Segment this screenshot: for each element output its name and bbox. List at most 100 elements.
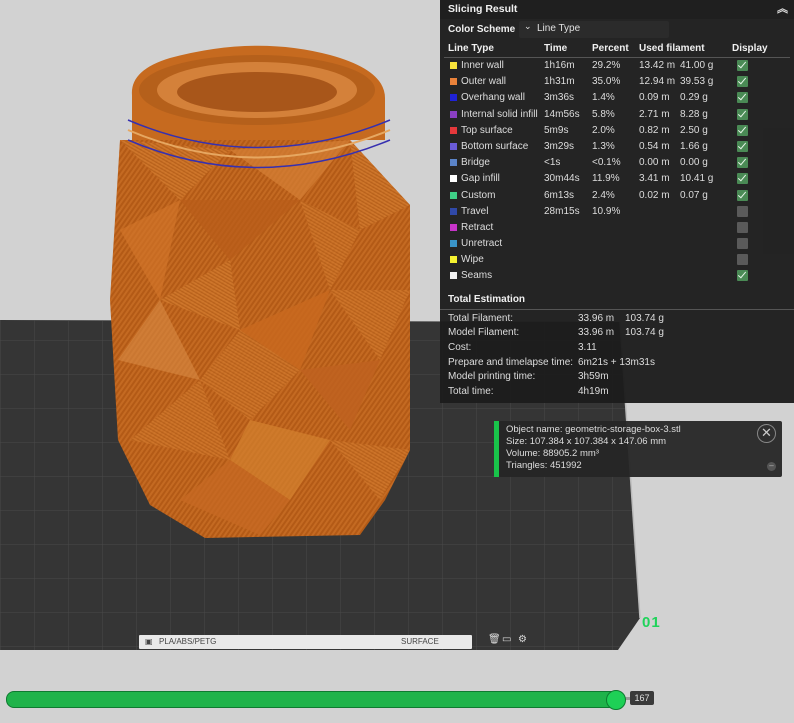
line-type-time: 1h16m (544, 60, 575, 71)
display-checkbox[interactable] (737, 124, 748, 136)
display-checkbox[interactable] (737, 140, 748, 152)
line-type-name: Seams (461, 270, 493, 282)
layer-slider-value: 167 (630, 691, 654, 705)
line-type-row: Wipe (440, 252, 794, 268)
total-estimation-title: Total Estimation (440, 291, 794, 310)
display-checkbox[interactable] (737, 270, 748, 282)
object-size: Size: 107.384 x 107.384 x 147.06 mm (506, 436, 667, 447)
display-checkbox[interactable] (737, 205, 748, 217)
line-type-name: Gap infill (461, 173, 500, 185)
line-type-grams: 0.00 g (680, 157, 708, 169)
chevron-down-icon: ⌄ (524, 21, 532, 31)
line-type-meters: 12.94 m (639, 76, 676, 88)
line-type-time: <1s (544, 157, 561, 169)
line-type-meters: 0.54 m (639, 140, 670, 152)
line-type-name: Bridge (461, 157, 490, 169)
plate-type-icon: ▣ (145, 637, 153, 646)
line-type-row: Custom 6m13s 2.4% 0.02 m 0.07 g (440, 188, 794, 204)
display-checkbox[interactable] (737, 189, 748, 201)
line-type-percent: 11.9% (592, 173, 620, 185)
total-value-1: 33.96 m (578, 327, 615, 339)
plate-number: 01 (642, 614, 661, 631)
total-estimation-list: Total Filament: 33.96 m 103.74 g Model Fila… (440, 310, 794, 400)
layer-slider-thumb[interactable] (605, 690, 626, 710)
line-type-name: Inner wall (461, 60, 504, 71)
color-scheme-label: Color Scheme (448, 24, 516, 35)
line-type-meters: 0.00 m (639, 157, 670, 169)
layer-slider-track[interactable] (6, 691, 620, 708)
line-type-row: Outer wall 1h31m 35.0% 12.94 m 39.53 g (440, 74, 794, 90)
line-type-percent: 29.2% (592, 60, 621, 71)
line-type-row: Seams (440, 268, 794, 284)
total-row: Model Filament: 33.96 m 103.74 g (440, 326, 794, 341)
display-checkbox[interactable] (737, 92, 748, 104)
line-type-grams: 2.50 g (680, 124, 708, 136)
delete-icon[interactable]: 🗑 (488, 634, 501, 645)
display-checkbox[interactable] (737, 221, 748, 233)
line-type-percent: 35.0% (592, 76, 621, 88)
display-checkbox[interactable] (737, 108, 748, 120)
display-checkbox[interactable] (737, 157, 748, 169)
line-type-row: Overhang wall 3m36s 1.4% 0.09 m 0.29 g (440, 90, 794, 106)
display-checkbox[interactable] (737, 173, 748, 185)
line-type-grams: 0.29 g (680, 92, 708, 104)
monitor-icon[interactable]: ▭ (502, 634, 511, 645)
plate-label[interactable]: ▣ PLA/ABS/PETG SURFACE (139, 635, 472, 649)
line-type-row: Bridge <1s <0.1% 0.00 m 0.00 g (440, 155, 794, 171)
plate-surface-label: SURFACE (401, 637, 439, 646)
line-type-time: 3m36s (544, 92, 575, 104)
color-scheme-select[interactable]: ⌄ Line Type (519, 21, 669, 38)
display-checkbox[interactable] (737, 60, 748, 71)
color-swatch (450, 142, 457, 150)
line-type-name: Bottom surface (461, 140, 529, 152)
line-type-time: 5m9s (544, 124, 569, 136)
line-type-grams: 8.28 g (680, 108, 708, 120)
line-type-time: 30m44s (544, 173, 580, 185)
header-used-filament: Used filament (639, 43, 705, 54)
color-scheme-value: Line Type (537, 23, 581, 34)
line-type-percent: <0.1% (592, 157, 621, 169)
close-icon[interactable]: ✕ (757, 424, 776, 443)
total-value-2: 103.74 g (625, 327, 664, 339)
total-label: Cost: (448, 342, 472, 353)
total-row: Total Filament: 33.96 m 103.74 g (440, 312, 794, 327)
display-checkbox[interactable] (737, 238, 748, 250)
object-name: Object name: geometric-storage-box-3.stl (506, 424, 681, 435)
line-type-time: 1h31m (544, 76, 575, 88)
sliced-model[interactable] (110, 45, 410, 538)
line-type-row: Internal solid infill 14m56s 5.8% 2.71 m 8.2… (440, 107, 794, 123)
line-type-name: Internal solid infill (461, 108, 538, 120)
line-type-meters: 0.02 m (639, 189, 670, 201)
total-value-1: 6m21s + 13m31s (578, 356, 655, 368)
color-swatch (450, 94, 457, 102)
color-swatch (450, 126, 457, 134)
settings-icon[interactable]: ⚙ (518, 634, 527, 645)
line-type-name: Custom (461, 189, 496, 201)
plate-toolbar: 🗑 ▭ ⚙ (488, 634, 540, 648)
minimize-icon[interactable]: – (767, 462, 776, 471)
object-triangles: Triangles: 451992 (506, 460, 582, 471)
line-type-percent: 2.4% (592, 189, 615, 201)
color-swatch (450, 207, 457, 215)
total-value-1: 3.11 (578, 342, 597, 353)
color-swatch (450, 272, 457, 280)
line-type-row: Bottom surface 3m29s 1.3% 0.54 m 1.66 g (440, 139, 794, 155)
line-type-row: Top surface 5m9s 2.0% 0.82 m 2.50 g (440, 123, 794, 139)
line-type-row: Travel 28m15s 10.9% (440, 204, 794, 220)
color-swatch (450, 78, 457, 86)
total-row: Model printing time: 3h59m (440, 370, 794, 385)
line-type-table: Inner wall 1h16m 29.2% 13.42 m 41.00 g Outer … (440, 58, 794, 285)
line-type-row: Unretract (440, 236, 794, 252)
total-value-1: 33.96 m (578, 312, 615, 324)
line-type-row: Gap infill 30m44s 11.9% 3.41 m 10.41 g (440, 171, 794, 187)
collapse-icon[interactable]: ︽ (777, 0, 788, 19)
display-checkbox[interactable] (737, 76, 748, 88)
total-label: Total Filament: (448, 312, 514, 324)
total-row: Total time: 4h19m (440, 385, 794, 400)
panel-title: Slicing Result (448, 3, 518, 15)
object-info-accent-bar (494, 421, 499, 477)
color-swatch (450, 256, 457, 264)
display-checkbox[interactable] (737, 254, 748, 266)
line-type-meters: 2.71 m (639, 108, 670, 120)
header-percent: Percent (592, 43, 629, 54)
